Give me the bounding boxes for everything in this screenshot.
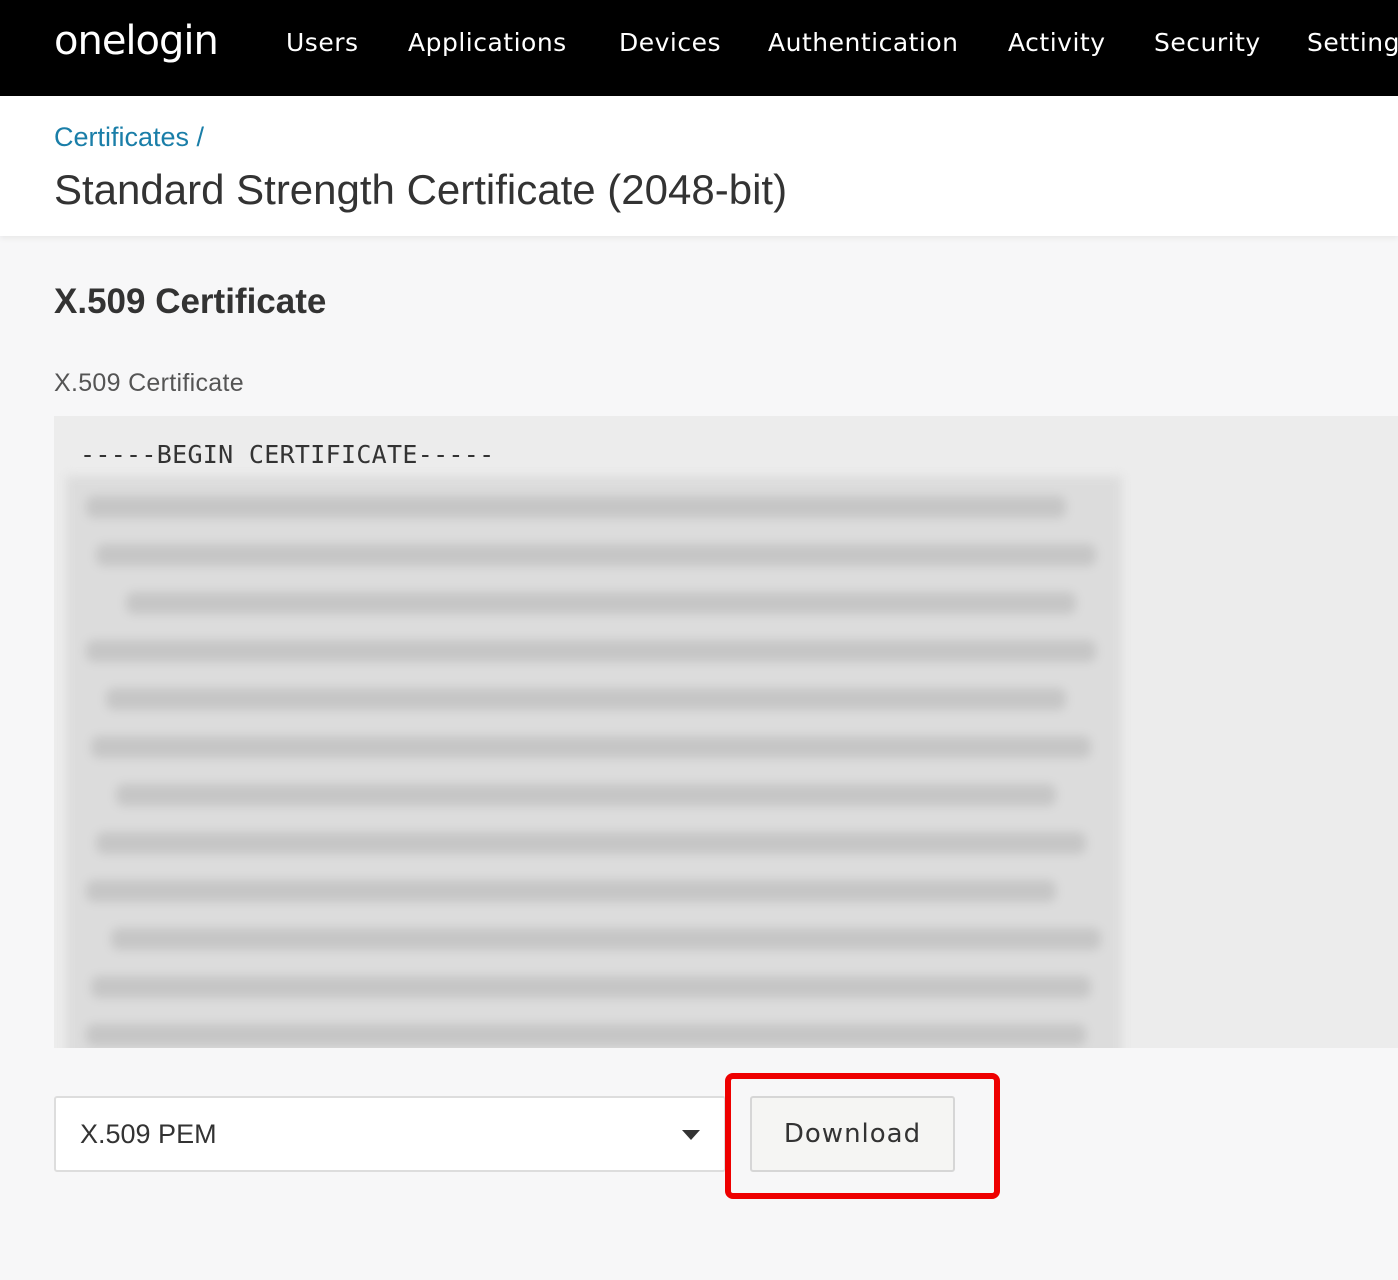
certificate-textarea[interactable]: -----BEGIN CERTIFICATE----- [54,416,1398,1048]
certificate-format-select[interactable]: X.509 PEM [54,1096,726,1172]
breadcrumb-certificates[interactable]: Certificates / [54,122,204,153]
page-header: Certificates / Standard Strength Certifi… [0,96,1398,236]
nav-item-applications[interactable]: Applications [408,28,567,57]
nav-item-settings[interactable]: Setting [1307,28,1398,57]
top-navigation-bar: onelogin Users Applications Devices Auth… [0,0,1398,96]
nav-item-activity[interactable]: Activity [1008,28,1106,57]
caret-down-icon [682,1130,700,1140]
download-button[interactable]: Download [750,1096,955,1172]
certificate-field-label: X.509 Certificate [54,369,244,397]
section-title: X.509 Certificate [54,282,327,321]
certificate-begin-line: -----BEGIN CERTIFICATE----- [80,440,495,469]
certificate-redacted-content [66,476,1122,1048]
nav-item-devices[interactable]: Devices [619,28,721,57]
nav-item-users[interactable]: Users [286,28,359,57]
onelogin-logo[interactable]: onelogin [54,18,219,64]
nav-item-security[interactable]: Security [1154,28,1261,57]
nav-item-authentication[interactable]: Authentication [768,28,959,57]
certificate-format-value: X.509 PEM [80,1119,217,1149]
page-title: Standard Strength Certificate (2048-bit) [54,166,788,213]
